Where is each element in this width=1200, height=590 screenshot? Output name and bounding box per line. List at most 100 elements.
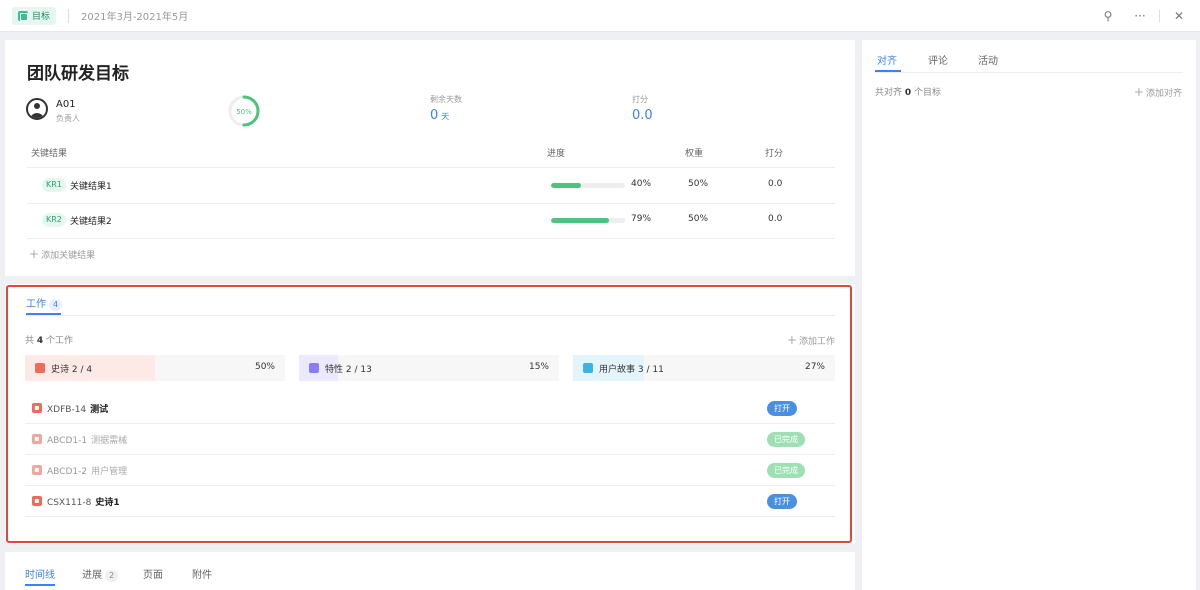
summary-card-story[interactable]: 用户故事 3 / 11 27% [573, 355, 835, 381]
work-count-badge: 4 [49, 299, 63, 311]
work-item-row[interactable]: ▪ XDFB-14 测试 打开 [25, 393, 835, 424]
kr-progress-bar [551, 218, 625, 223]
kr-row[interactable]: KR1 关键结果1 40% 50% 0.0 [27, 168, 835, 203]
kr-progress-value[interactable]: 79% [631, 214, 651, 224]
active-tab-indicator [25, 584, 55, 586]
divider [26, 315, 835, 316]
aligned-count-value: 0 [904, 88, 912, 98]
work-item-id: XDFB-14 [47, 405, 87, 415]
kr-header-progress: 进度 [547, 149, 566, 159]
tab-page[interactable]: 页面 [143, 566, 163, 581]
owner-name[interactable]: A01 [56, 99, 76, 110]
goal-panel: 团队研发目标 A01 负责人 50% 剩余天数 0天 打分 0.0 关键结果 进… [5, 40, 855, 276]
work-item-key[interactable]: XDFB-14 测试 [47, 402, 108, 415]
epic-icon: ▪ [32, 434, 42, 444]
progress-count-badge: 2 [105, 570, 119, 582]
tab-timeline[interactable]: 时间线 [25, 566, 55, 581]
kr-progress-value[interactable]: 40% [631, 179, 651, 189]
progress-ring: 50% [228, 95, 260, 127]
work-item-title: 用户管理 [91, 467, 128, 477]
work-total-count: 4 [36, 336, 44, 346]
score-value[interactable]: 0.0 [632, 108, 653, 123]
summary-label: 用户故事 3 / 11 [599, 365, 664, 375]
kr-score[interactable]: 0.0 [768, 214, 782, 224]
plus-icon: + [29, 247, 40, 261]
kr-weight[interactable]: 50% [688, 179, 708, 189]
kr-progress-fill [551, 183, 581, 188]
detail-tabs: 时间线 进展 2 页面 附件 [5, 552, 855, 590]
kr-name[interactable]: 关键结果2 [70, 214, 112, 227]
status-badge[interactable]: 打开 [767, 401, 797, 416]
epic-icon [35, 363, 45, 373]
work-item-key[interactable]: ABCD1-2 用户管理 [47, 464, 127, 477]
work-item-key[interactable]: CSX111-8 史诗1 [47, 495, 120, 508]
remaining-days-label: 剩余天数 [430, 95, 462, 104]
kr-score[interactable]: 0.0 [768, 179, 782, 189]
work-item-row[interactable]: ▪ ABCD1-2 用户管理 已完成 [25, 455, 835, 486]
work-item-id: ABCD1-2 [47, 467, 88, 477]
add-work-button[interactable]: + 添加工作 [787, 333, 835, 347]
work-item-title: 测试 [90, 405, 109, 415]
divider [875, 72, 1183, 73]
top-bar: 目标 2021年3月-2021年5月 ⚲ ··· ✕ [0, 0, 1200, 32]
tab-align[interactable]: 对齐 [877, 52, 897, 67]
feature-icon [309, 363, 319, 373]
tab-work[interactable]: 工作 4 [26, 295, 63, 311]
kr-badge: KR2 [42, 213, 66, 227]
remaining-days-unit: 天 [441, 112, 450, 121]
summary-label: 特性 2 / 13 [325, 365, 372, 375]
goal-title[interactable]: 团队研发目标 [27, 59, 129, 84]
goal-icon [18, 10, 28, 21]
summary-percent: 50% [254, 362, 275, 372]
add-kr-button[interactable]: + 添加关键结果 [29, 247, 95, 261]
work-item-title: 测据需械 [91, 436, 128, 446]
epic-icon: ▪ [32, 403, 42, 413]
story-icon [583, 363, 593, 373]
kr-name[interactable]: 关键结果1 [70, 179, 112, 192]
summary-label: 史诗 2 / 4 [51, 365, 93, 375]
owner-role-label: 负责人 [56, 114, 80, 123]
work-item-row[interactable]: ▪ ABCD1-1 测据需械 已完成 [25, 424, 835, 455]
progress-ring-label: 50% [236, 108, 252, 116]
kr-weight[interactable]: 50% [688, 214, 708, 224]
plus-icon: + [786, 333, 797, 347]
summary-card-epic[interactable]: 史诗 2 / 4 50% [25, 355, 285, 381]
tab-comments[interactable]: 评论 [928, 52, 948, 67]
owner-avatar[interactable] [26, 98, 48, 120]
score-label: 打分 [632, 95, 648, 104]
goal-period[interactable]: 2021年3月-2021年5月 [81, 8, 188, 23]
user-icon-body [31, 113, 43, 118]
side-panel: 对齐 评论 活动 共对齐 0 个目标 + 添加对齐 [862, 40, 1196, 590]
tab-activity[interactable]: 活动 [978, 52, 998, 67]
work-item-id: CSX111-8 [47, 498, 92, 508]
close-icon[interactable]: ✕ [1172, 9, 1186, 23]
more-icon[interactable]: ··· [1133, 9, 1147, 23]
summary-percent: 15% [528, 362, 549, 372]
kr-row[interactable]: KR2 关键结果2 79% 50% 0.0 [27, 203, 835, 238]
tab-progress[interactable]: 进展 2 [82, 566, 119, 582]
work-panel: 工作 4 共 4 个工作 + 添加工作 史诗 2 / 4 50% 特性 2 / 13… [5, 284, 855, 544]
status-badge[interactable]: 已完成 [767, 432, 805, 447]
aligned-count-prefix: 共对齐 [875, 88, 903, 98]
user-icon [34, 103, 40, 109]
work-total-suffix: 个工作 [46, 336, 74, 346]
work-total: 共 4 个工作 [25, 333, 73, 346]
work-item-key[interactable]: ABCD1-1 测据需械 [47, 433, 127, 446]
plus-icon: + [1133, 85, 1144, 99]
tab-attachment[interactable]: 附件 [192, 566, 212, 581]
work-item-row[interactable]: ▪ CSX111-8 史诗1 打开 [25, 486, 835, 517]
status-badge[interactable]: 打开 [767, 494, 797, 509]
status-badge[interactable]: 已完成 [767, 463, 805, 478]
summary-card-feature[interactable]: 特性 2 / 13 15% [299, 355, 559, 381]
remaining-days-value: 0天 [430, 108, 449, 123]
add-work-label: 添加工作 [798, 337, 835, 347]
tab-work-label: 工作 [26, 299, 46, 310]
add-kr-label: 添加关键结果 [41, 251, 96, 261]
object-type-tag: 目标 [12, 6, 57, 25]
kr-badge: KR1 [42, 178, 66, 192]
kr-header-name: 关键结果 [31, 149, 68, 159]
add-align-button[interactable]: + 添加对齐 [1134, 85, 1182, 99]
unpin-icon[interactable]: ⚲ [1101, 9, 1115, 23]
summary-percent: 27% [804, 362, 825, 372]
remaining-days-number: 0 [430, 108, 439, 123]
